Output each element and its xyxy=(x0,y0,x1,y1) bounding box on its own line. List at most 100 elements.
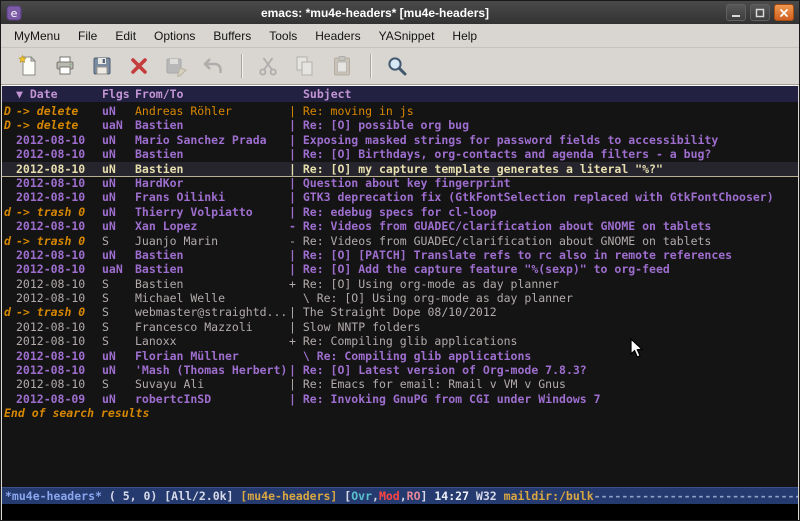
message-row[interactable]: 2012-08-10 S Michael Welle \ Re: [O] Usi… xyxy=(2,291,798,305)
message-row[interactable]: 2012-08-10 uaN Bastien | Re: [O] Add the… xyxy=(2,262,798,276)
menu-item-headers[interactable]: Headers xyxy=(306,24,369,47)
from-cell: Lanoxx xyxy=(135,334,289,348)
undo-button xyxy=(196,51,230,81)
subject-cell: | Re: [O] my capture template generates … xyxy=(289,162,798,176)
date-cell: 2012-08-10 xyxy=(16,248,102,262)
modeline-plain: , xyxy=(372,489,379,503)
date-cell: 2012-08-10 xyxy=(16,219,102,233)
kill-buffer-button[interactable] xyxy=(122,51,156,81)
header-from-column[interactable]: From/To xyxy=(135,86,289,102)
modeline-plain: ( 5, 0) [All/2.0k] xyxy=(102,489,240,503)
from-cell: Bastien xyxy=(135,262,289,276)
subject-cell: - Re: Videos from GUADEC/clarification a… xyxy=(289,219,798,233)
subject-cell: | GTK3 deprecation fix (GtkFontSelection… xyxy=(289,190,798,204)
from-cell: Michael Welle xyxy=(135,291,289,305)
menu-item-edit[interactable]: Edit xyxy=(106,24,145,47)
from-cell: Bastien xyxy=(135,118,289,132)
window-title: emacs: *mu4e-headers* [mu4e-headers] xyxy=(28,6,722,20)
menu-item-options[interactable]: Options xyxy=(145,24,204,47)
search-button[interactable] xyxy=(380,51,414,81)
subject-cell: + Re: [O] Using org-mode as day planner xyxy=(289,277,798,291)
message-row[interactable]: 2012-08-10 S Bastien + Re: [O] Using org… xyxy=(2,277,798,291)
date-cell: -> trash 0 xyxy=(16,234,102,248)
message-row[interactable]: 2012-08-09 uN robertcInSD | Re: Invoking… xyxy=(2,392,798,406)
date-cell: -> delete xyxy=(16,118,102,132)
subject-cell: \ Re: Compiling glib applications xyxy=(289,349,798,363)
modeline-plain: , xyxy=(400,489,407,503)
menu-item-buffers[interactable]: Buffers xyxy=(204,24,260,47)
menu-item-help[interactable]: Help xyxy=(443,24,486,47)
flags-cell: uN xyxy=(102,133,135,147)
modeline-mode: [mu4e-headers] xyxy=(240,489,337,503)
from-cell: Florian Müllner xyxy=(135,349,289,363)
message-row[interactable]: d -> trash 0 S webmaster@straightd... | … xyxy=(2,305,798,319)
mark-cell xyxy=(4,219,16,233)
menu-item-mymenu[interactable]: MyMenu xyxy=(5,24,69,47)
mark-cell xyxy=(4,363,16,377)
cut-icon xyxy=(256,54,280,78)
headers-column-header: ▼ Date Flgs From/To Subject xyxy=(2,86,798,102)
flags-cell: uN xyxy=(102,219,135,233)
header-subject-column[interactable]: Subject xyxy=(289,86,798,102)
header-date-column[interactable]: ▼ Date xyxy=(16,86,102,102)
flags-cell: uaN xyxy=(102,262,135,276)
header-flags-column[interactable]: Flgs xyxy=(102,86,135,102)
mark-cell xyxy=(4,190,16,204)
close-button[interactable] xyxy=(774,4,794,21)
flags-cell: S xyxy=(102,277,135,291)
new-file-icon xyxy=(16,54,40,78)
maximize-button[interactable] xyxy=(750,4,770,21)
modeline-plain: W32 xyxy=(469,489,504,503)
from-cell: Andreas Röhler xyxy=(135,104,289,118)
save-button[interactable] xyxy=(85,51,119,81)
flags-cell: uN xyxy=(102,190,135,204)
from-cell: 'Mash (Thomas Herbert) xyxy=(135,363,289,377)
message-row[interactable]: 2012-08-10 uN 'Mash (Thomas Herbert) | R… xyxy=(2,363,798,377)
message-row[interactable]: D -> delete uN Andreas Röhler | Re: movi… xyxy=(2,104,798,118)
subject-cell: | Re: Emacs for email: Rmail v VM v Gnus xyxy=(289,377,798,391)
date-cell: 2012-08-09 xyxy=(16,392,102,406)
message-row[interactable]: 2012-08-10 uN Frans Oilinki | GTK3 depre… xyxy=(2,190,798,204)
menu-item-tools[interactable]: Tools xyxy=(260,24,306,47)
from-cell: Bastien xyxy=(135,147,289,161)
modeline-dash: ----------------------------------------… xyxy=(594,489,798,503)
save-icon xyxy=(90,54,114,78)
mark-cell: D xyxy=(4,118,16,132)
message-row[interactable]: D -> delete uaN Bastien | Re: [O] possib… xyxy=(2,118,798,132)
mark-cell: d xyxy=(4,234,16,248)
message-row[interactable]: 2012-08-10 uN Florian Müllner \ Re: Comp… xyxy=(2,349,798,363)
modeline-folder: maildir:/bulk xyxy=(504,489,594,503)
message-row[interactable]: d -> trash 0 S Juanjo Marin - Re: Videos… xyxy=(2,234,798,248)
print-button[interactable] xyxy=(48,51,82,81)
message-row[interactable]: 2012-08-10 uN Bastien | Re: [O] my captu… xyxy=(2,162,798,177)
copy-button xyxy=(288,51,322,81)
from-cell: Bastien xyxy=(135,248,289,262)
mark-cell xyxy=(4,162,16,176)
echo-area[interactable] xyxy=(2,504,798,520)
minimize-button[interactable] xyxy=(726,4,746,21)
message-row[interactable]: d -> trash 0 uN Thierry Volpiatto | Re: … xyxy=(2,205,798,219)
message-row[interactable]: 2012-08-10 uN HardKor | Question about k… xyxy=(2,176,798,190)
message-row[interactable]: 2012-08-10 uN Bastien | Re: [O] Birthday… xyxy=(2,147,798,161)
message-row[interactable]: 2012-08-10 uN Bastien | Re: [O] [PATCH] … xyxy=(2,248,798,262)
new-file-button[interactable] xyxy=(11,51,45,81)
svg-text:e: e xyxy=(11,7,18,20)
subject-cell: - Re: Videos from GUADEC/clarification a… xyxy=(289,234,798,248)
from-cell: webmaster@straightd... xyxy=(135,305,289,319)
subject-cell: | Re: edebug specs for cl-loop xyxy=(289,205,798,219)
message-row[interactable]: 2012-08-10 S Francesco Mazzoli | Slow NN… xyxy=(2,320,798,334)
subject-cell: \ Re: [O] Using org-mode as day planner xyxy=(289,291,798,305)
paste-icon xyxy=(330,54,354,78)
mark-cell: d xyxy=(4,205,16,219)
maximize-icon xyxy=(755,8,765,18)
message-row[interactable]: 2012-08-10 S Suvayu Ali | Re: Emacs for … xyxy=(2,377,798,391)
paste-button xyxy=(325,51,359,81)
date-cell: 2012-08-10 xyxy=(16,291,102,305)
menu-item-file[interactable]: File xyxy=(69,24,106,47)
message-row[interactable]: 2012-08-10 uN Mario Sanchez Prada | Expo… xyxy=(2,133,798,147)
message-list: D -> delete uN Andreas Röhler | Re: movi… xyxy=(2,102,798,487)
menu-item-yasnippet[interactable]: YASnippet xyxy=(370,24,444,47)
message-row[interactable]: 2012-08-10 uN Xan Lopez - Re: Videos fro… xyxy=(2,219,798,233)
modeline-ovr: Ovr xyxy=(351,489,372,503)
message-row[interactable]: 2012-08-10 S Lanoxx + Re: Compiling glib… xyxy=(2,334,798,348)
